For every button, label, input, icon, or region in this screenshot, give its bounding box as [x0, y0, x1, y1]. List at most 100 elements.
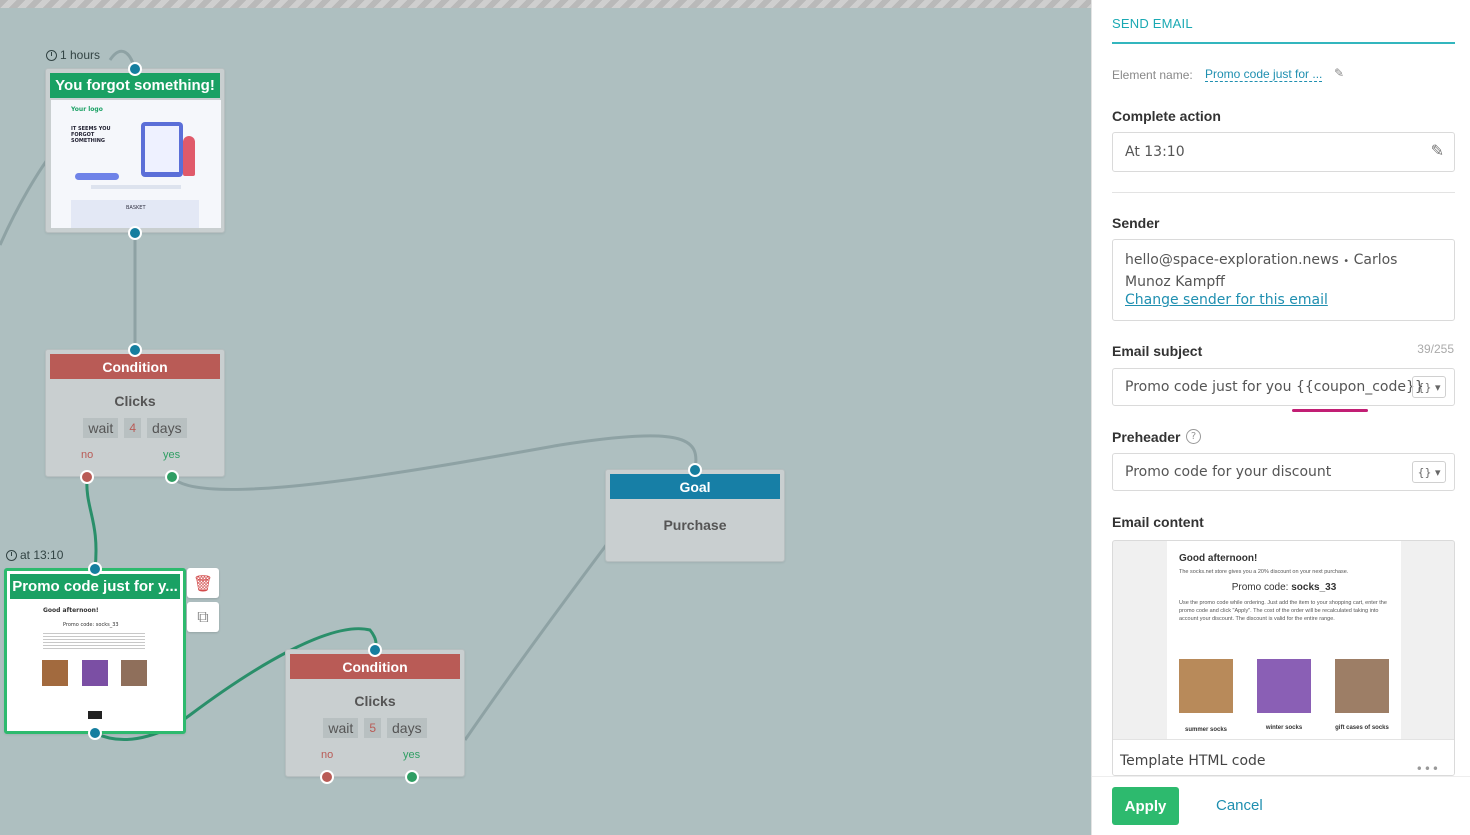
sender-text: hello@space-exploration.news • Carlos Mu…	[1125, 250, 1445, 293]
product-image-gift	[1335, 659, 1389, 713]
panel-title: SEND EMAIL	[1112, 16, 1193, 31]
preview-greeting: Good afternoon!	[1179, 553, 1258, 564]
clock-icon	[6, 549, 17, 561]
email-thumbnail: Your logo IT SEEMS YOU FORGOT SOMETHING …	[51, 100, 221, 228]
delay-label: at 13:10	[20, 548, 64, 562]
thumb-logo: Your logo	[71, 106, 103, 113]
yes-port[interactable]	[165, 470, 179, 484]
condition-event: Clicks	[114, 393, 156, 409]
panel-title-underline	[1112, 42, 1455, 44]
input-port[interactable]	[88, 562, 102, 576]
template-html-label: Template HTML code	[1120, 753, 1266, 769]
no-port[interactable]	[80, 470, 94, 484]
wait-count: 5	[364, 718, 381, 738]
input-port[interactable]	[128, 62, 142, 76]
product-label: winter socks	[1265, 725, 1303, 731]
thumb-code: Promo code: socks_33	[63, 622, 119, 628]
preview-intro: The socks.net store gives you a 20% disc…	[1179, 569, 1349, 575]
email-node-title: Promo code just for y...	[10, 574, 180, 599]
thumb-button	[88, 711, 102, 719]
condition-wait: wait 5 days	[286, 718, 464, 738]
preheader-label: Preheader	[1112, 429, 1181, 445]
condition-node-1[interactable]: Condition Clicks wait 4 days no yes	[45, 349, 225, 477]
no-port[interactable]	[320, 770, 334, 784]
output-port[interactable]	[128, 226, 142, 240]
email-node-promo[interactable]: Promo code just for y... Good afternoon!…	[4, 568, 186, 734]
delete-icon[interactable]: 🗑	[187, 568, 219, 598]
goal-node[interactable]: Goal Purchase	[605, 469, 785, 562]
thumb-greeting: Good afternoon!	[43, 607, 99, 614]
subject-value: Promo code just for you {{coupon_code}}	[1125, 379, 1424, 395]
sender-email: hello@space-exploration.news	[1125, 252, 1339, 268]
thumb-product	[121, 660, 147, 686]
email-preview-body: Good afternoon! The socks.net store give…	[1167, 541, 1401, 739]
delay-label: 1 hours	[60, 48, 101, 62]
email-subject-label: Email subject	[1112, 343, 1203, 359]
condition-title: Condition	[50, 354, 220, 379]
wait-label: wait	[323, 718, 359, 738]
complete-action-field[interactable]: At 13:10 ✎	[1112, 132, 1455, 172]
insert-variable-button[interactable]: {} ▾	[1412, 461, 1446, 483]
branch-no-label: no	[81, 449, 94, 461]
product-image-summer	[1179, 659, 1233, 713]
element-name-label: Element name:	[1112, 68, 1193, 82]
element-name-value[interactable]: Promo code just for ...	[1205, 67, 1323, 82]
delay-timer: 1 hours	[46, 48, 100, 62]
input-port[interactable]	[128, 343, 142, 357]
delay-timer: at 13:10	[6, 548, 63, 562]
copy-icon[interactable]: ⧉	[187, 602, 219, 632]
send-email-panel: SEND EMAIL Element name: Promo code just…	[1091, 0, 1470, 835]
yes-port[interactable]	[405, 770, 419, 784]
subject-spell-underline	[1292, 409, 1368, 412]
thumb-basket: BASKET	[126, 205, 146, 211]
wait-count: 4	[124, 418, 141, 438]
insert-variable-button[interactable]: {} ▾	[1412, 376, 1446, 398]
condition-event: Clicks	[354, 693, 396, 709]
product-label: summer socks	[1184, 727, 1228, 733]
thumb-product	[82, 660, 108, 686]
edit-icon[interactable]: ✎	[1431, 141, 1444, 160]
complete-action-value: At 13:10	[1125, 144, 1185, 160]
help-icon[interactable]: ?	[1186, 429, 1201, 444]
change-sender-link[interactable]: Change sender for this email	[1125, 292, 1328, 308]
email-content-preview[interactable]: Good afternoon! The socks.net store give…	[1112, 540, 1455, 776]
sender-box: hello@space-exploration.news • Carlos Mu…	[1112, 239, 1455, 321]
cancel-button[interactable]: Cancel	[1216, 797, 1263, 814]
person-illustration	[183, 136, 195, 176]
branch-yes-label: yes	[163, 449, 181, 461]
subject-counter: 39/255	[1417, 342, 1454, 356]
preheader-value: Promo code for your discount	[1125, 464, 1332, 480]
input-port[interactable]	[368, 643, 382, 657]
product-image-winter	[1257, 659, 1311, 713]
apply-button[interactable]: Apply	[1112, 787, 1179, 825]
preview-body-text: Use the promo code while ordering. Just …	[1179, 600, 1387, 622]
clock-icon	[46, 49, 57, 61]
branch-yes-label: yes	[403, 749, 421, 761]
preheader-input[interactable]: Promo code for your discount {} ▾	[1112, 453, 1455, 491]
thumb-headline: IT SEEMS YOU FORGOT SOMETHING	[71, 126, 111, 144]
output-port[interactable]	[88, 726, 102, 740]
condition-title: Condition	[290, 654, 460, 679]
workflow-canvas[interactable]: 1 hours You forgot something! Your logo …	[0, 0, 1091, 835]
thumb-product	[42, 660, 68, 686]
divider	[1112, 192, 1455, 193]
email-content-label: Email content	[1112, 514, 1204, 530]
wait-unit: days	[387, 718, 427, 738]
condition-node-2[interactable]: Condition Clicks wait 5 days no yes	[285, 649, 465, 777]
preview-promo-code: Promo code: socks_33	[1231, 582, 1337, 593]
goal-input-port[interactable]	[688, 463, 702, 477]
wait-label: wait	[83, 418, 119, 438]
email-subject-input[interactable]: Promo code just for you {{coupon_code}} …	[1112, 368, 1455, 406]
more-icon[interactable]: •••	[1416, 762, 1440, 775]
email-thumbnail: Good afternoon! Promo code: socks_33	[37, 603, 153, 728]
pencil-icon[interactable]: ✎	[1334, 66, 1344, 80]
complete-action-label: Complete action	[1112, 108, 1221, 124]
sender-label: Sender	[1112, 215, 1160, 231]
sender-separator: •	[1343, 256, 1350, 267]
template-footer: Template HTML code •••	[1113, 739, 1454, 775]
goal-title: Goal	[610, 474, 780, 499]
condition-wait: wait 4 days	[46, 418, 224, 438]
email-node-forgot[interactable]: You forgot something! Your logo IT SEEMS…	[45, 68, 225, 233]
product-label: gift cases of socks	[1335, 725, 1389, 731]
thumb-cta	[75, 173, 119, 180]
